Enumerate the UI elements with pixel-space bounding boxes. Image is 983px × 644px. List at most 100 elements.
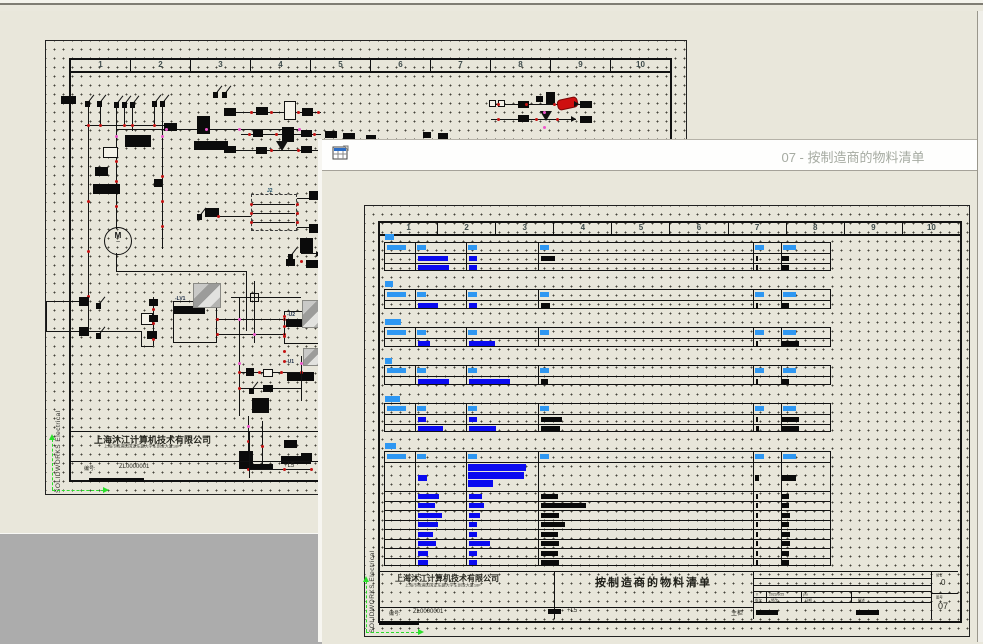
bom-cell-chip [418, 303, 438, 308]
bom-cell-chip [468, 472, 524, 479]
header-chip [387, 454, 406, 459]
wire [116, 271, 246, 272]
row-line [385, 300, 830, 301]
header-chip [540, 245, 549, 250]
junction-dot [313, 133, 316, 136]
bom-cell-chip [782, 426, 799, 431]
header-chip [755, 454, 764, 459]
bom-cell-chip [756, 256, 758, 261]
header-chip [755, 368, 764, 373]
node-dot [238, 318, 241, 321]
column-line [415, 328, 416, 346]
column-line [415, 243, 416, 270]
schematic-component [224, 146, 236, 153]
wire [248, 469, 311, 470]
node-dot [543, 126, 546, 129]
bom-cell-chip [541, 503, 586, 508]
wire [253, 204, 295, 205]
wire [46, 331, 79, 332]
junction-dot [161, 225, 164, 228]
funnel-symbol [276, 141, 288, 151]
motor-symbol: M ~ [104, 227, 132, 255]
bom-cell-chip [782, 532, 790, 537]
schematic-component [95, 167, 108, 176]
junction-dot [216, 333, 219, 336]
wire [116, 253, 117, 271]
row-line [385, 424, 830, 425]
header-chip [540, 454, 549, 459]
bom-cell-chip [469, 551, 477, 556]
node-dot [247, 425, 250, 428]
bom-cell-chip [782, 541, 790, 546]
junction-dot [297, 149, 300, 152]
header-chip [468, 330, 477, 335]
bom-cell-chip [541, 560, 559, 565]
node-dot [238, 362, 241, 365]
schematic-component [300, 238, 313, 253]
location-text: +L5 [567, 608, 577, 614]
junction-dot [152, 338, 155, 341]
schematic-component [301, 453, 312, 461]
bom-cell-chip [756, 417, 758, 422]
bom-cell-chip [469, 532, 477, 537]
junction-dot [258, 371, 261, 374]
junction-dot [296, 221, 299, 224]
redacted-chip [756, 610, 778, 615]
bom-window[interactable]: 07 - 按制造商的物料清单 12345678910 上海沐江计算机技术有限公司… [322, 139, 983, 643]
column-line [466, 328, 467, 346]
rev-col-line [801, 591, 802, 602]
bom-cell-chip [418, 417, 426, 422]
bom-cell-chip [468, 464, 526, 471]
row-line [385, 539, 830, 540]
bom-group-table [384, 327, 831, 347]
redacted-chip [856, 610, 879, 615]
bom-cell-chip [755, 475, 759, 481]
bom-cell-chip [469, 379, 510, 384]
bom-cell-chip [468, 480, 493, 487]
bom-cell-chip [756, 532, 758, 537]
rev-cell: pro [803, 592, 808, 596]
schematic-component [224, 108, 236, 116]
junction-dot [283, 335, 286, 338]
bom-cell-chip [418, 503, 435, 508]
schematic-contact [263, 369, 273, 377]
row-line [385, 414, 830, 415]
bom-sheet[interactable]: 12345678910 上海沐江计算机技术有限公司 上海市杨浦区国定东路大学生创… [364, 205, 970, 637]
wire [217, 334, 284, 335]
bom-cell-chip [469, 303, 477, 308]
wire [124, 105, 125, 125]
switch-lever [226, 86, 232, 93]
bom-cell-chip [541, 541, 559, 546]
bom-table-icon[interactable] [332, 145, 349, 162]
header-chip [417, 292, 426, 297]
bom-cell-chip [418, 513, 442, 518]
revision-table: 02023/9/25pro版次修改日期描述 [753, 571, 931, 619]
bom-cell-chip [541, 426, 560, 431]
bom-cell-chip [469, 541, 490, 546]
bom-window-canvas[interactable]: 12345678910 上海沐江计算机技术有限公司 上海市杨浦区国定东路大学生创… [322, 170, 983, 644]
node-dot [253, 333, 256, 336]
header-chip [468, 454, 477, 459]
component-label-u2: -U2 [287, 312, 295, 318]
header-chip [387, 330, 406, 335]
header-chip [755, 330, 764, 335]
manufacturer-chip [385, 319, 401, 325]
wire [132, 105, 133, 131]
column-line [466, 404, 467, 431]
rev-header-cell: 描述 [858, 598, 865, 603]
bom-cell-chip [418, 341, 430, 346]
schematic-component [253, 130, 263, 137]
switch-symbol [96, 303, 101, 309]
junction-dot [248, 133, 251, 136]
titleblock-divider-3 [931, 571, 932, 619]
junction-dot [535, 118, 538, 121]
company-address: 上海市杨浦区国定东路大学生创业大厦18F [104, 444, 180, 449]
origin-arrow-up [49, 434, 55, 440]
header-chip [783, 368, 796, 373]
bom-cell-chip [782, 522, 789, 527]
wire [253, 222, 295, 223]
bom-window-titlebar[interactable]: 07 - 按制造商的物料清单 [322, 140, 983, 170]
bom-cell-chip [541, 379, 548, 384]
schematic-component [93, 184, 120, 194]
row-line [385, 510, 830, 511]
